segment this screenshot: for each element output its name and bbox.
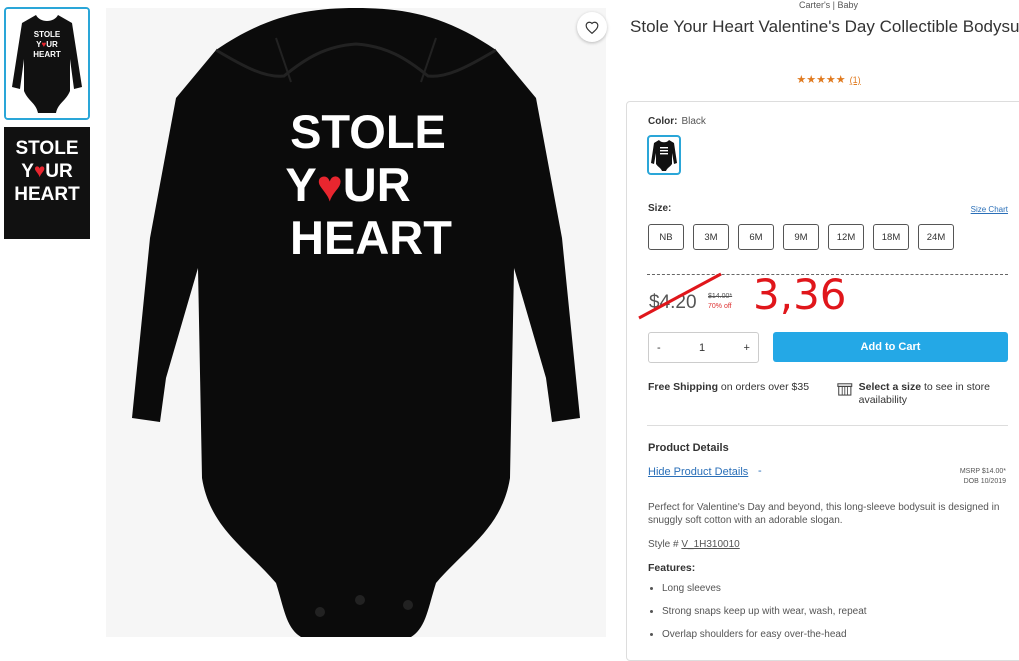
size-option-24m[interactable]: 24M [918, 224, 954, 250]
product-rating[interactable]: ★★★★★ (1) [626, 73, 1019, 86]
graphic-line-heart: HEART [290, 211, 452, 264]
svg-text:STOLE: STOLE [16, 138, 79, 159]
heart-outline-icon [585, 21, 599, 34]
product-details-heading: Product Details [648, 442, 729, 454]
features-heading: Features: [648, 562, 696, 574]
price-strikethrough-annotation [638, 272, 722, 320]
style-number-link[interactable]: V_1H310010 [681, 539, 739, 550]
bodysuit-illustration: STOLE Y♥UR HEART [106, 8, 606, 637]
graphic-thumbnail-image: STOLE Y♥UR HEART [4, 127, 90, 239]
brand-breadcrumb[interactable]: Carter's | Baby [626, 0, 1019, 10]
color-value: Black [681, 116, 706, 127]
graphic-line-your: Y♥UR [285, 158, 410, 211]
size-option-3m[interactable]: 3M [693, 224, 729, 250]
free-shipping-info: Free Shipping on orders over $35 [648, 381, 810, 393]
size-option-6m[interactable]: 6M [738, 224, 774, 250]
style-number: Style # V_1H310010 [648, 539, 740, 550]
size-selector: NB 3M 6M 9M 12M 18M 24M [648, 224, 954, 250]
collapse-icon[interactable]: - [758, 465, 762, 477]
handwritten-price-annotation: 3,36 [753, 270, 847, 319]
size-label: Size: [648, 203, 672, 214]
favorite-button[interactable] [577, 12, 607, 42]
quantity-decrease-button[interactable]: - [657, 342, 661, 354]
color-label: Color: Black [648, 116, 706, 127]
store-availability-info: Select a size to see in store availabili… [837, 381, 1017, 407]
thumbnail-bodysuit[interactable]: STOLE Y♥UR HEART [4, 7, 90, 120]
thumbnail-graphic[interactable]: STOLE Y♥UR HEART [4, 127, 90, 239]
product-title: Stole Your Heart Valentine's Day Collect… [630, 17, 1019, 36]
add-to-cart-button[interactable]: Add to Cart [773, 332, 1008, 362]
rating-stars-icon: ★★★★★ [796, 74, 846, 86]
svg-text:HEART: HEART [14, 184, 80, 205]
swatch-bodysuit-icon [651, 140, 677, 171]
list-item: Long sleeves [662, 582, 867, 595]
svg-text:HEART: HEART [33, 50, 61, 59]
size-chart-link[interactable]: Size Chart [971, 205, 1008, 214]
quantity-input[interactable]: 1 [699, 342, 705, 354]
size-option-12m[interactable]: 12M [828, 224, 864, 250]
svg-text:STOLE: STOLE [34, 30, 61, 39]
list-item: Overlap shoulders for easy over-the-head [662, 628, 867, 641]
quantity-increase-button[interactable]: + [744, 342, 750, 354]
svg-text:Y♥UR: Y♥UR [21, 161, 73, 182]
color-swatch-black[interactable] [647, 135, 681, 175]
size-option-9m[interactable]: 9M [783, 224, 819, 250]
graphic-line-stole: STOLE [290, 105, 446, 158]
quantity-stepper: - 1 + [648, 332, 759, 363]
hide-product-details-link[interactable]: Hide Product Details [648, 466, 748, 478]
bodysuit-thumbnail-image: STOLE Y♥UR HEART [6, 9, 88, 118]
size-option-nb[interactable]: NB [648, 224, 684, 250]
main-product-image[interactable]: STOLE Y♥UR HEART [106, 8, 606, 637]
purchase-panel: Color: Black Size: Size Chart NB 3M 6M 9M… [626, 101, 1019, 661]
msrp-info: MSRP $14.00* DOB 10/2019 [959, 468, 1006, 485]
product-description: Perfect for Valentine's Day and beyond, … [648, 502, 1000, 526]
size-option-18m[interactable]: 18M [873, 224, 909, 250]
features-list: Long sleeves Strong snaps keep up with w… [648, 582, 867, 651]
store-icon [837, 383, 853, 396]
details-divider [647, 425, 1008, 426]
rating-count[interactable]: (1) [850, 75, 861, 85]
list-item: Strong snaps keep up with wear, wash, re… [662, 605, 867, 618]
svg-text:Y♥UR: Y♥UR [36, 40, 58, 49]
